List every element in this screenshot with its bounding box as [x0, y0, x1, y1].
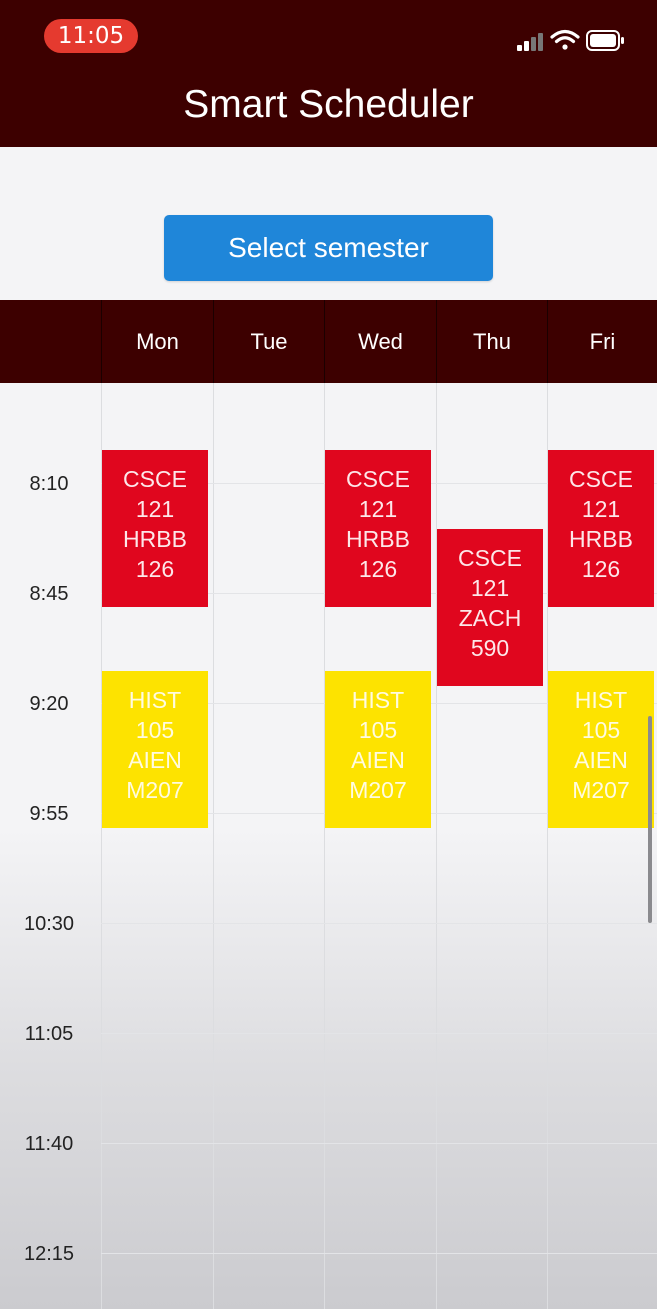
event-course-code: CSCE	[458, 545, 522, 571]
event-card-wed-hist[interactable]: HIST 105 AIEN M207	[325, 671, 431, 828]
event-course-number: 105	[581, 717, 621, 743]
event-room: 126	[581, 556, 621, 582]
grid-column-divider	[213, 383, 214, 1309]
event-building: HRBB	[346, 526, 410, 552]
event-building: AIEN	[351, 747, 405, 773]
event-course-code: HIST	[351, 687, 405, 713]
time-label: 9:20	[29, 693, 69, 715]
day-header-fri: Fri	[547, 300, 657, 383]
event-building: AIEN	[574, 747, 628, 773]
time-label: 11:40	[24, 1133, 74, 1155]
status-icons	[517, 26, 629, 56]
event-room: M207	[349, 777, 407, 803]
event-card-mon-hist[interactable]: HIST 105 AIEN M207	[102, 671, 208, 828]
event-card-wed-csce[interactable]: CSCE 121 HRBB 126	[325, 450, 431, 607]
day-header-mon: Mon	[101, 300, 213, 383]
wifi-icon	[550, 29, 580, 50]
day-header-corner	[0, 300, 101, 383]
event-course-number: 121	[358, 496, 398, 522]
grid-row-line	[101, 923, 657, 924]
grid-row-line	[101, 1033, 657, 1034]
event-building: ZACH	[458, 605, 522, 631]
app-header: 11:05 Smart Scheduler	[0, 0, 657, 147]
grid-column-divider	[436, 383, 437, 1309]
event-course-number: 121	[135, 496, 175, 522]
event-room: 590	[470, 635, 510, 661]
select-semester-button[interactable]: Select semester	[164, 215, 493, 281]
time-label: 9:55	[29, 803, 69, 825]
event-course-number: 121	[581, 496, 621, 522]
timetable-grid[interactable]: 8:10 8:45 9:20 9:55 10:30 11:05 11:40 12…	[0, 383, 657, 1309]
time-label: 12:15	[23, 1243, 75, 1265]
event-course-number: 105	[358, 717, 398, 743]
status-time: 11:05	[44, 19, 138, 53]
event-course-code: HIST	[128, 687, 182, 713]
day-header-row: Mon Tue Wed Thu Fri	[0, 300, 657, 383]
event-room: M207	[572, 777, 630, 803]
time-label: 10:30	[23, 913, 75, 935]
event-course-number: 121	[470, 575, 510, 601]
signal-icon	[517, 33, 543, 51]
day-header-wed: Wed	[324, 300, 436, 383]
event-room: 126	[135, 556, 175, 582]
event-room: 126	[358, 556, 398, 582]
grid-row-line	[101, 1253, 657, 1254]
event-building: HRBB	[569, 526, 633, 552]
event-course-code: CSCE	[346, 466, 410, 492]
event-course-number: 105	[135, 717, 175, 743]
scroll-indicator[interactable]	[648, 716, 652, 923]
time-label: 8:10	[29, 473, 69, 495]
battery-icon	[586, 30, 624, 51]
event-building: HRBB	[123, 526, 187, 552]
event-course-code: CSCE	[123, 466, 187, 492]
event-building: AIEN	[128, 747, 182, 773]
event-card-fri-hist[interactable]: HIST 105 AIEN M207	[548, 671, 654, 828]
event-room: M207	[126, 777, 184, 803]
event-card-thu-csce[interactable]: CSCE 121 ZACH 590	[437, 529, 543, 686]
time-label: 11:05	[24, 1023, 74, 1045]
day-header-tue: Tue	[213, 300, 324, 383]
event-card-fri-csce[interactable]: CSCE 121 HRBB 126	[548, 450, 654, 607]
app-title: Smart Scheduler	[183, 83, 474, 126]
event-course-code: HIST	[574, 687, 628, 713]
event-card-mon-csce[interactable]: CSCE 121 HRBB 126	[102, 450, 208, 607]
event-course-code: CSCE	[569, 466, 633, 492]
grid-row-line	[101, 1143, 657, 1144]
day-header-thu: Thu	[436, 300, 547, 383]
time-label: 8:45	[29, 583, 69, 605]
